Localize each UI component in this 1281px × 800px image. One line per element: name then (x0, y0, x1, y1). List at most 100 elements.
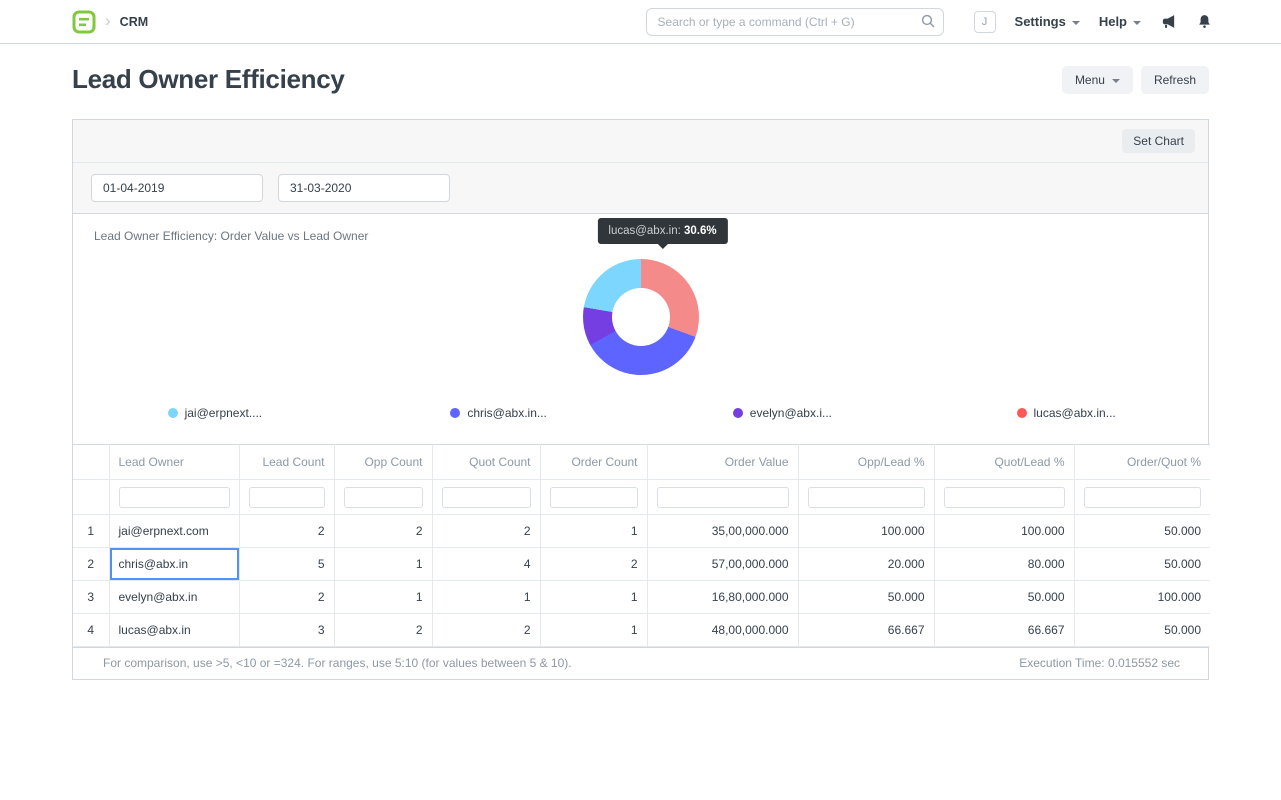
help-dropdown[interactable]: Help (1099, 14, 1141, 29)
cell-opp-lead[interactable]: 66.667 (798, 613, 935, 647)
erpnext-logo-icon[interactable] (72, 10, 96, 34)
row-index[interactable]: 1 (73, 514, 110, 548)
chart-area: lucas@abx.in: 30.6% Lead Owner Efficienc… (73, 213, 1208, 444)
cell-quot-lead[interactable]: 50.000 (934, 580, 1075, 614)
cell-quot-lead[interactable]: 80.000 (934, 547, 1075, 581)
cell-quot-count[interactable]: 2 (432, 514, 541, 548)
legend-dot (450, 408, 461, 418)
cell-opp-count[interactable]: 2 (334, 514, 433, 548)
column-filter-input[interactable] (943, 486, 1065, 508)
cell-opp-count[interactable]: 2 (334, 613, 433, 647)
breadcrumb-chevron-icon: › (105, 10, 111, 30)
to-date-input[interactable] (278, 174, 450, 202)
cell-order-value[interactable]: 16,80,000.000 (647, 580, 799, 614)
cell-lead-owner[interactable]: lucas@abx.in (109, 613, 240, 647)
legend-item[interactable]: evelyn@abx.i... (641, 406, 925, 420)
search-icon[interactable] (920, 13, 936, 29)
legend-item[interactable]: chris@abx.in... (357, 406, 641, 420)
chart-legend: jai@erpnext.... chris@abx.in... evelyn@a… (73, 406, 1208, 420)
from-date-input[interactable] (91, 174, 263, 202)
cell-quot-count[interactable]: 1 (432, 580, 541, 614)
cell-quot-lead[interactable]: 66.667 (934, 613, 1075, 647)
column-filter-input[interactable] (549, 486, 638, 508)
legend-item[interactable]: jai@erpnext.... (73, 406, 357, 420)
cell-order-value[interactable]: 48,00,000.000 (647, 613, 799, 647)
row-index[interactable]: 2 (73, 547, 110, 581)
row-index[interactable]: 3 (73, 580, 110, 614)
cell-quot-count[interactable]: 4 (432, 547, 541, 581)
cell-opp-count[interactable]: 1 (334, 547, 433, 581)
settings-dropdown[interactable]: Settings (1015, 14, 1080, 29)
cell-order-value[interactable]: 35,00,000.000 (647, 514, 799, 548)
legend-dot (1016, 408, 1027, 418)
chevron-down-icon (1133, 20, 1141, 25)
column-header-lead-count[interactable]: Lead Count (239, 444, 335, 480)
table-row: 4 lucas@abx.in 3 2 2 1 48,00,000.000 66.… (73, 613, 1210, 647)
cell-opp-count[interactable]: 1 (334, 580, 433, 614)
cell-order-count[interactable]: 2 (540, 547, 648, 581)
column-header-opp-count[interactable]: Opp Count (334, 444, 433, 480)
cell-opp-lead[interactable]: 20.000 (798, 547, 935, 581)
chevron-down-icon (1071, 20, 1080, 25)
column-filter-input[interactable] (656, 486, 789, 508)
cell-order-quot[interactable]: 100.000 (1074, 580, 1210, 614)
donut-chart[interactable] (582, 259, 699, 375)
report-toolbar: Set Chart (73, 120, 1208, 162)
avatar[interactable]: J (973, 10, 996, 33)
row-index[interactable]: 4 (73, 613, 110, 647)
cell-lead-count[interactable]: 2 (239, 580, 335, 614)
cell-order-quot[interactable]: 50.000 (1074, 547, 1210, 581)
execution-time: Execution Time: 0.015552 sec (1019, 656, 1180, 670)
legend-label: jai@erpnext.... (184, 406, 263, 420)
cell-lead-owner[interactable]: evelyn@abx.in (109, 580, 240, 614)
cell-order-count[interactable]: 1 (540, 580, 648, 614)
cell-quot-count[interactable]: 2 (432, 613, 541, 647)
column-filter-input[interactable] (441, 486, 531, 508)
cell-order-count[interactable]: 1 (540, 613, 648, 647)
column-header-quot-lead[interactable]: Quot/Lead % (934, 444, 1075, 480)
cell-order-count[interactable]: 1 (540, 514, 648, 548)
cell-opp-lead[interactable]: 50.000 (798, 580, 935, 614)
table-row: 3 evelyn@abx.in 2 1 1 1 16,80,000.000 50… (73, 580, 1210, 614)
column-filter-input[interactable] (343, 486, 423, 508)
cell-lead-owner-focused[interactable]: chris@abx.in (109, 547, 240, 581)
announcement-icon[interactable] (1160, 13, 1177, 30)
cell-order-value[interactable]: 57,00,000.000 (647, 547, 799, 581)
menu-button[interactable]: Menu (1061, 65, 1133, 94)
cell-opp-lead[interactable]: 100.000 (798, 514, 935, 548)
column-filter-input[interactable] (1083, 486, 1201, 508)
cell-quot-lead[interactable]: 100.000 (934, 514, 1075, 548)
search-input[interactable] (645, 7, 944, 36)
column-header-lead-owner[interactable]: Lead Owner (109, 444, 240, 480)
page-title: Lead Owner Efficiency (72, 64, 345, 94)
cell-lead-count[interactable]: 2 (239, 514, 335, 548)
legend-item[interactable]: lucas@abx.in... (924, 406, 1208, 420)
report-table: Lead Owner Lead Count Opp Count Quot Cou… (73, 444, 1210, 647)
breadcrumb[interactable]: CRM (120, 15, 148, 29)
column-header-quot-count[interactable]: Quot Count (432, 444, 541, 480)
report-filters (73, 162, 1208, 213)
global-search[interactable] (645, 7, 944, 36)
chart-tooltip-label: lucas@abx.in: (608, 225, 681, 237)
index-filter-cell (73, 479, 110, 515)
table-filter-row (73, 479, 1210, 515)
column-header-order-quot[interactable]: Order/Quot % (1074, 444, 1210, 480)
column-filter-input[interactable] (118, 486, 230, 508)
filter-hint-text: For comparison, use >5, <10 or =324. For… (103, 656, 572, 670)
column-header-order-count[interactable]: Order Count (540, 444, 648, 480)
cell-order-quot[interactable]: 50.000 (1074, 613, 1210, 647)
cell-order-quot[interactable]: 50.000 (1074, 514, 1210, 548)
cell-lead-count[interactable]: 5 (239, 547, 335, 581)
column-filter-input[interactable] (807, 486, 925, 508)
table-header-row: Lead Owner Lead Count Opp Count Quot Cou… (73, 444, 1210, 480)
table-row: 2 chris@abx.in 5 1 4 2 57,00,000.000 20.… (73, 547, 1210, 581)
bell-icon[interactable] (1196, 13, 1213, 30)
cell-lead-owner[interactable]: jai@erpnext.com (109, 514, 240, 548)
column-filter-input[interactable] (248, 486, 325, 508)
column-header-order-value[interactable]: Order Value (647, 444, 799, 480)
legend-label: lucas@abx.in... (1033, 406, 1116, 420)
cell-lead-count[interactable]: 3 (239, 613, 335, 647)
set-chart-button[interactable]: Set Chart (1122, 129, 1195, 153)
refresh-button[interactable]: Refresh (1140, 65, 1209, 94)
column-header-opp-lead[interactable]: Opp/Lead % (798, 444, 935, 480)
